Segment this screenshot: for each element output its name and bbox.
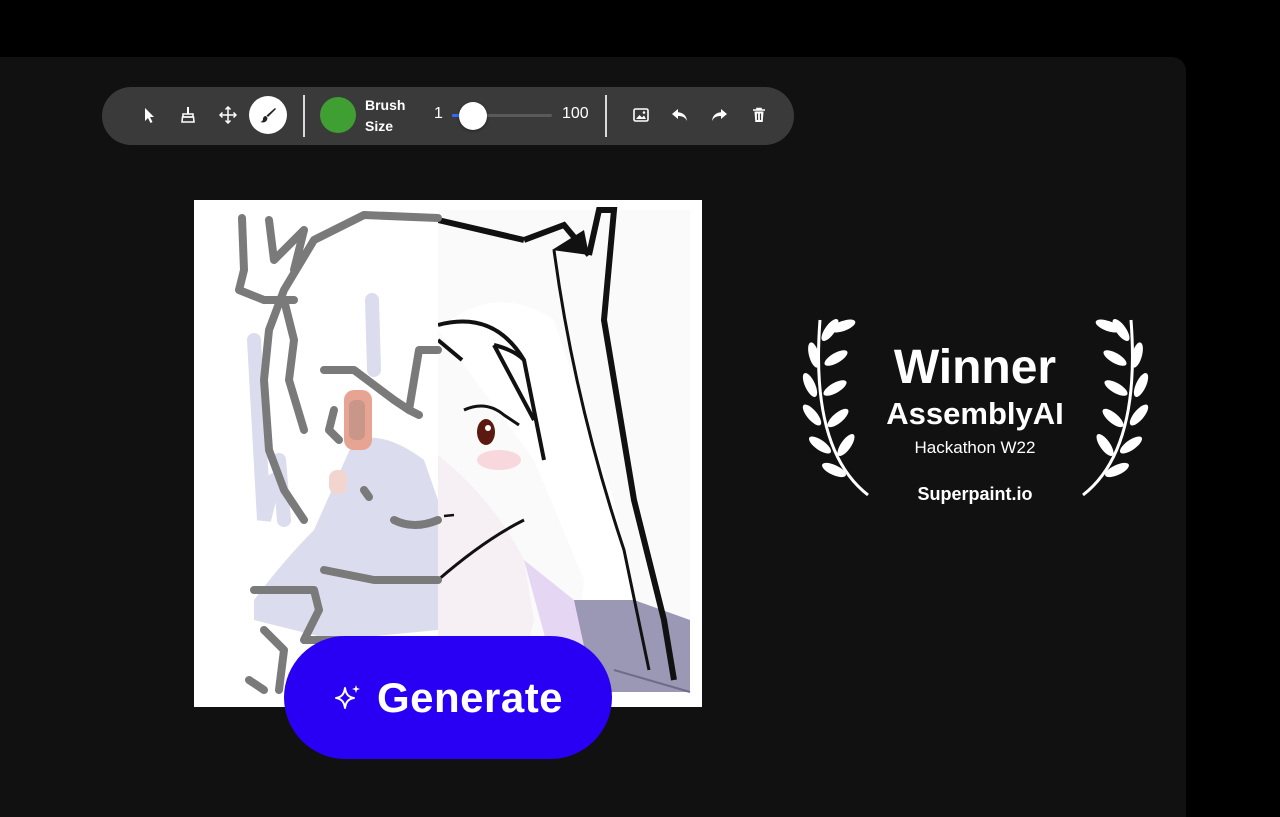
toolbar: Brush Size 1 100	[102, 87, 794, 145]
toolbar-divider	[605, 95, 607, 137]
drawing-canvas[interactable]	[194, 200, 702, 707]
move-arrows-icon	[219, 106, 237, 124]
brush-icon	[260, 108, 276, 123]
toolbar-divider	[303, 95, 305, 137]
broom-icon	[181, 107, 195, 123]
award-title: Winner	[893, 341, 1057, 394]
select-tool-button[interactable]	[130, 96, 168, 134]
image-button[interactable]	[622, 96, 660, 134]
brush-size-min: 1	[434, 105, 443, 122]
redo-button[interactable]	[700, 96, 738, 134]
brush-tool-button[interactable]	[249, 96, 287, 134]
undo-button[interactable]	[661, 96, 699, 134]
brush-size-label-line2: Size	[365, 118, 394, 134]
image-icon	[633, 108, 649, 122]
generate-button[interactable]: Generate	[284, 636, 612, 759]
brush-size-label: Brush Size	[365, 95, 415, 137]
generate-button-label: Generate	[376, 673, 564, 721]
award-site: Superpaint.io	[917, 484, 1033, 504]
color-swatch[interactable]	[320, 97, 356, 133]
redo-icon	[712, 109, 727, 121]
delete-button[interactable]	[740, 96, 778, 134]
generated-image-half	[436, 207, 691, 693]
undo-icon	[672, 109, 687, 121]
award-event: Hackathon W22	[914, 438, 1036, 457]
brush-size-label-line1: Brush	[365, 97, 406, 113]
award-org: AssemblyAI	[886, 396, 1064, 431]
brush-size-max: 100	[562, 105, 589, 122]
trash-icon	[753, 107, 765, 122]
sketch-half	[204, 210, 442, 694]
pointer-icon	[145, 108, 154, 123]
award-badge: Winner AssemblyAI Hackathon W22 Superpai…	[800, 300, 1150, 510]
eraser-tool-button[interactable]	[169, 96, 207, 134]
sparkle-icon	[334, 684, 360, 709]
move-tool-button[interactable]	[209, 96, 247, 134]
canvas-artwork	[204, 207, 691, 694]
brush-size-slider-thumb[interactable]	[459, 102, 487, 130]
